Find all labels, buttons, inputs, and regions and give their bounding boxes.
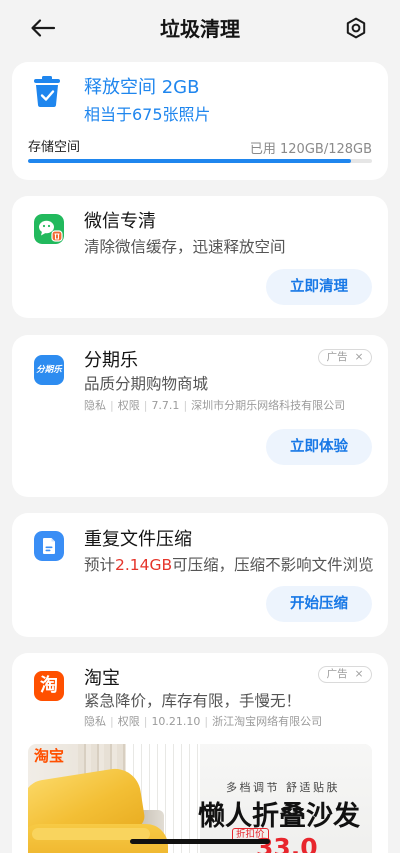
app-meta-line: 隐私 | 权限 | 10.21.10 | 浙江淘宝网络有限公司 bbox=[84, 713, 322, 731]
trash-check-icon bbox=[34, 76, 60, 107]
taobao-app-icon: 淘 bbox=[34, 671, 64, 701]
top-bar: 垃圾清理 bbox=[0, 0, 400, 56]
privacy-link[interactable]: 隐私 bbox=[84, 399, 106, 412]
storage-progress-track bbox=[28, 159, 372, 163]
wechat-clean-icon bbox=[34, 214, 64, 244]
card-title: 分期乐 bbox=[84, 350, 138, 371]
ad-tag: 广告 × bbox=[318, 349, 372, 366]
clean-now-button[interactable]: 立即清理 bbox=[266, 269, 372, 305]
meta-separator: | bbox=[110, 715, 114, 728]
app-meta-line: 隐私 | 权限 | 7.7.1 | 深圳市分期乐网络科技有限公司 bbox=[84, 397, 345, 415]
file-compress-icon bbox=[34, 531, 64, 561]
card-subtitle: 预计2.14GB可压缩，压缩不影响文件浏览 bbox=[84, 554, 374, 576]
try-now-button[interactable]: 立即体验 bbox=[266, 429, 372, 465]
storage-label: 存储空间 bbox=[28, 140, 81, 155]
banner-product-name: 懒人折叠沙发 bbox=[198, 801, 360, 832]
meta-separator: | bbox=[143, 715, 148, 728]
storage-summary-card: 释放空间 2GB 相当于675张照片 存储空间 已用 120GB/128GB bbox=[12, 62, 388, 180]
settings-button[interactable] bbox=[342, 14, 370, 42]
back-arrow-icon bbox=[31, 19, 56, 37]
app-version: 10.21.10 bbox=[151, 715, 201, 728]
developer-name: 深圳市分期乐网络科技有限公司 bbox=[191, 399, 346, 412]
junk-cleaner-screen: 垃圾清理 释放空间 2GB 相当于675张照片 存储空间 已用 120GB/12… bbox=[0, 0, 400, 853]
photo-equivalent-text: 相当于675张照片 bbox=[84, 105, 211, 124]
taobao-logo-text: 淘 bbox=[40, 675, 58, 696]
card-subtitle: 紧急降价，库存有限，手慢无！ bbox=[84, 692, 302, 710]
wechat-clean-card[interactable]: 微信专清 清除微信缓存，迅速释放空间 立即清理 bbox=[12, 196, 388, 318]
app-version: 7.7.1 bbox=[151, 399, 180, 412]
subtitle-prefix: 预计 bbox=[84, 556, 116, 574]
taobao-ad-card[interactable]: 淘 淘宝 广告 × 紧急降价，库存有限，手慢无！ 隐私 | 权限 | 10.21.10 |… bbox=[12, 653, 388, 853]
permission-link[interactable]: 权限 bbox=[118, 715, 140, 728]
page-title: 垃圾清理 bbox=[160, 17, 240, 41]
permission-link[interactable]: 权限 bbox=[118, 399, 140, 412]
card-title: 微信专清 bbox=[84, 211, 156, 232]
compressible-size: 2.14GB bbox=[115, 556, 173, 574]
ad-tag: 广告 × bbox=[318, 666, 372, 683]
back-button[interactable] bbox=[28, 14, 58, 42]
card-subtitle: 清除微信缓存，迅速释放空间 bbox=[84, 238, 286, 256]
banner-tagline: 多档调节 舒适贴肤 bbox=[226, 781, 340, 794]
developer-name: 浙江淘宝网络有限公司 bbox=[212, 715, 323, 728]
meta-separator: | bbox=[110, 399, 114, 412]
freeable-space-headline: 释放空间 2GB bbox=[84, 77, 200, 98]
meta-separator: | bbox=[204, 715, 209, 728]
ad-label: 广告 bbox=[326, 351, 348, 363]
meta-separator: | bbox=[183, 399, 188, 412]
storage-progress-fill bbox=[28, 159, 351, 163]
duplicate-file-compress-card[interactable]: 重复文件压缩 预计2.14GB可压缩，压缩不影响文件浏览 开始压缩 bbox=[12, 513, 388, 637]
card-title: 淘宝 bbox=[84, 668, 120, 689]
meta-separator: | bbox=[143, 399, 148, 412]
start-compress-button[interactable]: 开始压缩 bbox=[266, 586, 372, 622]
subtitle-suffix: 可压缩，压缩不影响文件浏览 bbox=[172, 556, 374, 574]
fenqile-ad-card[interactable]: 分期乐 分期乐 广告 × 品质分期购物商城 隐私 | 权限 | 7.7.1 | 深圳市分期乐… bbox=[12, 335, 388, 497]
card-subtitle: 品质分期购物商城 bbox=[84, 375, 209, 393]
fenqile-logo-text: 分期乐 bbox=[36, 365, 62, 375]
ad-label: 广告 bbox=[326, 668, 348, 680]
banner-brand-logo: 淘宝 bbox=[34, 747, 65, 765]
gear-icon bbox=[346, 17, 366, 39]
ad-close-icon[interactable]: × bbox=[355, 667, 364, 682]
home-indicator bbox=[130, 839, 270, 844]
ad-close-icon[interactable]: × bbox=[355, 350, 364, 365]
storage-usage-text: 已用 120GB/128GB bbox=[249, 142, 372, 157]
fenqile-app-icon: 分期乐 bbox=[34, 355, 64, 385]
taobao-ad-banner[interactable]: 淘宝 多档调节 舒适贴肤 懒人折叠沙发 折扣价 33.0 bbox=[28, 744, 372, 853]
privacy-link[interactable]: 隐私 bbox=[84, 715, 106, 728]
card-title: 重复文件压缩 bbox=[84, 529, 192, 550]
